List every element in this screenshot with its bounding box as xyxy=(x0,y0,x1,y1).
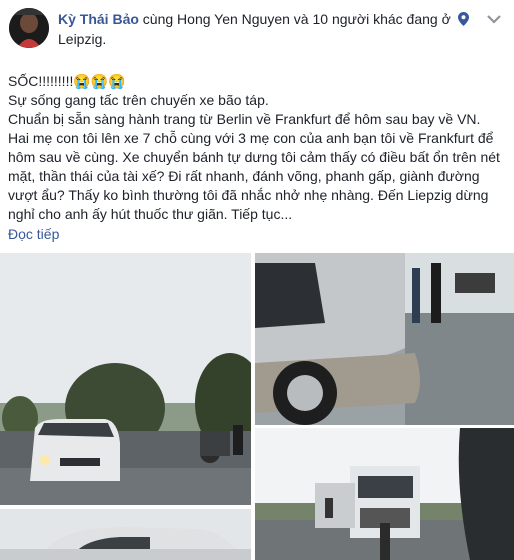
photo-damaged-car[interactable] xyxy=(255,253,514,425)
chevron-down-icon[interactable] xyxy=(486,12,502,24)
see-more-link[interactable]: Đọc tiếp xyxy=(8,226,59,242)
author-name[interactable]: Kỳ Thái Bảo xyxy=(58,11,139,27)
avatar[interactable] xyxy=(9,8,49,48)
location-link[interactable]: Leipzig. xyxy=(58,30,106,48)
tagged-people[interactable]: cùng Hong Yen Nguyen và 10 người khác đa… xyxy=(143,11,451,27)
photo-van-accident[interactable] xyxy=(0,253,251,505)
location-pin-icon xyxy=(457,12,469,30)
post-body: SỐC!!!!!!!!!😭😭😭 Sự sống gang tấc trên ch… xyxy=(8,72,506,224)
photo-truck-highway[interactable] xyxy=(255,428,514,560)
photo-van-side[interactable] xyxy=(0,509,251,560)
post-header: Kỳ Thái Bảo cùng Hong Yen Nguyen và 10 n… xyxy=(58,10,478,30)
post-line: Sự sống gang tấc trên chuyến xe bão táp. xyxy=(8,92,269,108)
post-line: Hai mẹ con tôi lên xe 7 chỗ cùng với 3 m… xyxy=(8,130,500,222)
post-line: SỐC!!!!!!!!!😭😭😭 xyxy=(8,73,126,89)
facebook-post: Kỳ Thái Bảo cùng Hong Yen Nguyen và 10 n… xyxy=(0,0,514,560)
post-line: Chuẩn bị sẵn sàng hành trang từ Berlin v… xyxy=(8,111,481,127)
